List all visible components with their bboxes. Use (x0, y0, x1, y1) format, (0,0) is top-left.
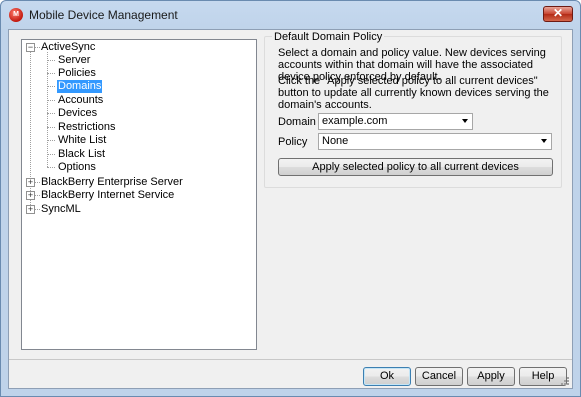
tree-item-blackberry-internet-service[interactable]: BlackBerry Internet Service (41, 189, 174, 202)
apply-description-text: Click the "Apply selected policy to all … (278, 75, 549, 111)
tree-line (47, 100, 55, 101)
apply-policy-to-all-button[interactable]: Apply selected policy to all current dev… (278, 158, 553, 176)
plus-icon: + (27, 190, 34, 200)
title-bar[interactable]: M Mobile Device Management ✕ (1, 1, 580, 29)
tree-line (35, 209, 40, 210)
minus-icon: − (27, 42, 34, 52)
tree-line (47, 86, 55, 87)
domain-select-value: example.com (322, 115, 388, 127)
tree-line (47, 60, 55, 61)
tree-line (47, 167, 55, 168)
tree-item-blackberry-enterprise-server[interactable]: BlackBerry Enterprise Server (41, 176, 183, 189)
tree-line (35, 47, 40, 48)
tree-expander-blackberry-enterprise[interactable]: + (26, 177, 35, 187)
tree-line (47, 154, 55, 155)
tree-line (47, 73, 55, 74)
tree-expander-activesync[interactable]: − (26, 42, 35, 52)
tree-item-white-list[interactable]: White List (58, 134, 106, 147)
tree-expander-syncml[interactable]: + (26, 204, 35, 214)
cancel-button[interactable]: Cancel (415, 367, 463, 386)
policy-label: Policy (278, 136, 308, 148)
chevron-down-icon (462, 119, 468, 123)
tree-item-domains[interactable]: Domains (57, 80, 103, 93)
resize-grip-icon[interactable] (560, 376, 570, 386)
tree-item-policies[interactable]: Policies (58, 67, 96, 80)
dialog-footer: Ok Cancel Apply Help (9, 360, 572, 388)
app-icon: M (9, 8, 23, 22)
tree-item-accounts[interactable]: Accounts (58, 94, 103, 107)
tree-line (47, 140, 55, 141)
tree-line (47, 113, 55, 114)
tree-item-syncml[interactable]: SyncML (41, 203, 81, 216)
tree-item-black-list[interactable]: Black List (58, 148, 105, 161)
tree-item-restrictions[interactable]: Restrictions (58, 121, 115, 134)
policy-select[interactable]: None (318, 133, 552, 150)
policy-select-value: None (322, 135, 349, 147)
close-icon: ✕ (552, 6, 564, 20)
tree-item-activesync[interactable]: ActiveSync (41, 41, 95, 54)
dialog-window: M Mobile Device Management ✕ − ActiveSyn… (0, 0, 581, 397)
apply-button[interactable]: Apply (467, 367, 515, 386)
tree-line (35, 195, 40, 196)
tree-line (47, 127, 55, 128)
navigation-tree: − ActiveSync Server Policies Domains Acc… (21, 39, 257, 350)
tree-expander-blackberry-internet[interactable]: + (26, 190, 35, 200)
group-title: Default Domain Policy (272, 31, 385, 43)
chevron-down-icon (541, 139, 547, 143)
tree-line (35, 182, 40, 183)
dialog-client: − ActiveSync Server Policies Domains Acc… (8, 29, 573, 389)
tree-item-options[interactable]: Options (58, 161, 96, 174)
window-title: Mobile Device Management (29, 8, 178, 22)
tree-item-server[interactable]: Server (58, 54, 90, 67)
ok-button[interactable]: Ok (363, 367, 411, 386)
tree-line (47, 52, 48, 167)
plus-icon: + (27, 177, 34, 187)
plus-icon: + (27, 204, 34, 214)
domain-label: Domain (278, 116, 316, 128)
domain-select[interactable]: example.com (318, 113, 473, 130)
close-button[interactable]: ✕ (543, 6, 573, 22)
tree-item-devices[interactable]: Devices (58, 107, 97, 120)
